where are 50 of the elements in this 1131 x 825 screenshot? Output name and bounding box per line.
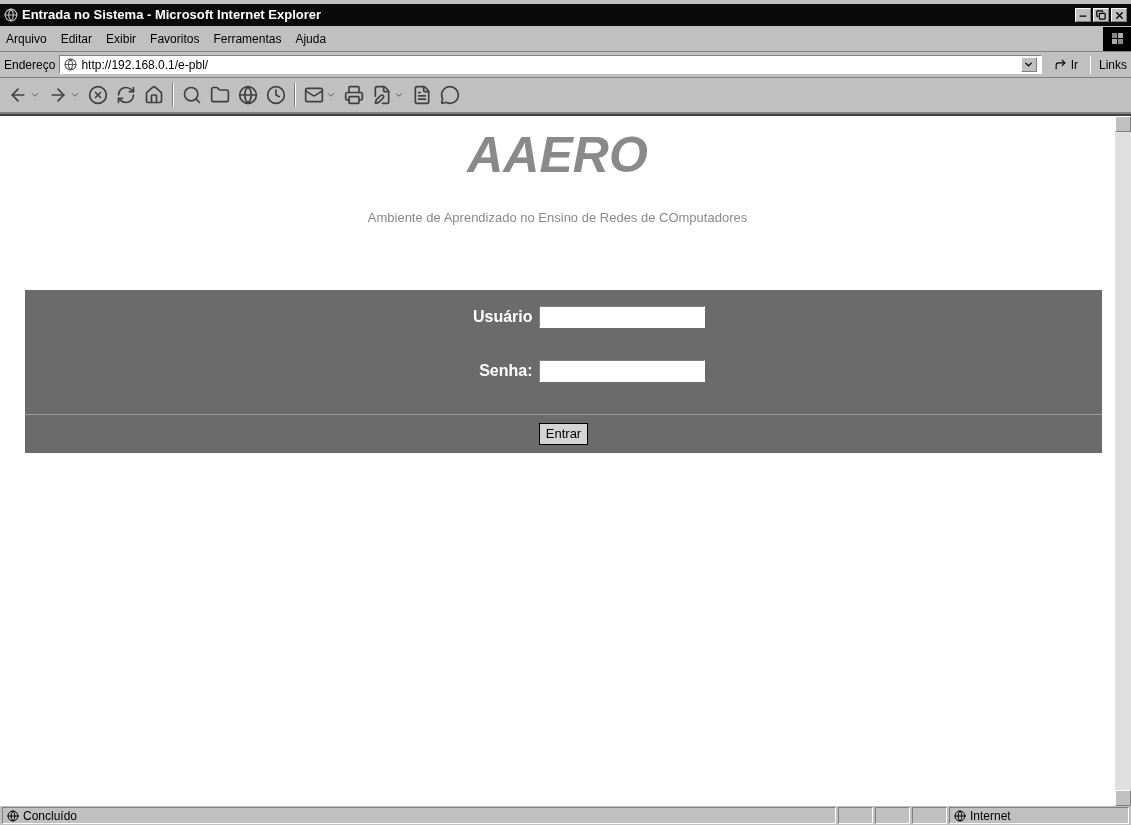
discuss-icon xyxy=(440,85,460,105)
window-title: Entrada no Sistema - Microsoft Internet Explorer xyxy=(22,6,322,25)
input-field[interactable] xyxy=(538,305,705,328)
field-label: Senha: xyxy=(478,360,533,381)
field-label: Usuário xyxy=(471,306,533,327)
status-pane xyxy=(838,807,873,824)
scrollbar[interactable] xyxy=(1115,116,1131,806)
restore-icon xyxy=(1096,10,1106,20)
links-button[interactable]: Links xyxy=(1090,55,1127,74)
caret-icon xyxy=(394,90,404,100)
menu-item[interactable]: Ferramentas xyxy=(213,29,282,48)
go-arrow-icon xyxy=(1053,58,1067,71)
menu-item[interactable]: Exibir xyxy=(106,29,137,48)
menu-item[interactable]: Favoritos xyxy=(150,29,200,48)
page-icon xyxy=(7,809,19,822)
refresh-icon xyxy=(116,85,136,105)
restore-button[interactable] xyxy=(1093,8,1109,22)
history-icon xyxy=(266,85,286,105)
caret-icon xyxy=(70,90,80,100)
globe-icon xyxy=(954,809,966,822)
search-icon xyxy=(182,85,202,105)
page-icon xyxy=(64,58,78,71)
site-title: AAERO xyxy=(467,130,648,180)
stop-icon xyxy=(88,85,108,105)
login-button[interactable]: Entrar xyxy=(538,422,589,445)
input-field[interactable] xyxy=(538,359,705,382)
mail-icon xyxy=(304,85,324,105)
caret-icon xyxy=(1023,59,1035,70)
caret-icon xyxy=(30,90,40,100)
home-icon xyxy=(144,85,164,105)
caret-icon xyxy=(326,90,336,100)
status-label: Concluído xyxy=(23,807,78,825)
zone-label: Internet xyxy=(970,807,1011,825)
edit-icon xyxy=(372,85,392,105)
close-button[interactable] xyxy=(1111,8,1127,22)
address-field[interactable]: http://192.168.0.1/e-pbl/ xyxy=(59,55,1042,74)
status-pane xyxy=(875,807,910,824)
menu-item[interactable]: Arquivo xyxy=(6,29,47,48)
dropdown-button[interactable] xyxy=(1020,57,1037,72)
menu-item[interactable]: Ajuda xyxy=(295,29,327,48)
print-icon xyxy=(344,85,364,105)
site-subtitle: Ambiente de Aprendizado no Ensino de Redes de COmputadores xyxy=(367,209,748,227)
menu-item[interactable]: Editar xyxy=(60,29,93,48)
close-icon xyxy=(1113,9,1125,21)
status-pane xyxy=(912,807,947,824)
document-icon xyxy=(412,85,432,105)
app-icon xyxy=(4,8,18,22)
minimize-button[interactable] xyxy=(1075,8,1091,22)
go-button[interactable]: Ir xyxy=(1045,55,1086,74)
address-label: Endereço xyxy=(4,56,56,74)
